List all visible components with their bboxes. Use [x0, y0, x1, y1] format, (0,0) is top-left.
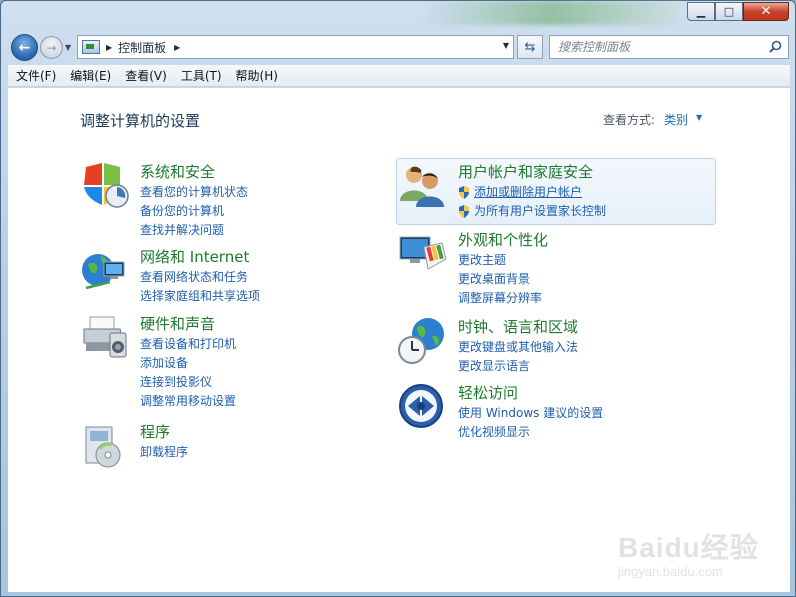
- control-panel-icon: [82, 40, 100, 54]
- link-text[interactable]: 添加或删除用户帐户: [474, 185, 582, 199]
- link-uninstall-program[interactable]: 卸载程序: [140, 443, 188, 462]
- recent-pages-dropdown[interactable]: ▼: [65, 43, 71, 52]
- link-text[interactable]: 为所有用户设置家长控制: [474, 204, 606, 218]
- uac-shield-icon: [459, 205, 469, 218]
- category-title[interactable]: 网络和 Internet: [140, 246, 249, 267]
- category-title[interactable]: 系统和安全: [140, 161, 215, 182]
- monitor-palette-icon: [399, 236, 447, 270]
- link-homegroup-sharing[interactable]: 选择家庭组和共享选项: [140, 287, 260, 306]
- view-by-dropdown[interactable]: 类别: [664, 111, 688, 128]
- content-area: 调整计算机的设置 查看方式: 类别 ▼ 系统和安全 查看您的计算机状态 备份您的…: [8, 88, 790, 592]
- link-add-device[interactable]: 添加设备: [140, 354, 236, 373]
- network-globe-icon: [82, 254, 125, 290]
- uac-shield-icon: [459, 186, 469, 199]
- link-mobility-settings[interactable]: 调整常用移动设置: [140, 392, 236, 411]
- minimize-button[interactable]: ▁: [687, 2, 715, 21]
- title-bar: ▁ □ ✕: [1, 1, 795, 29]
- link-recommended-settings[interactable]: 使用 Windows 建议的设置: [458, 404, 603, 423]
- link-optimize-display[interactable]: 优化视频显示: [458, 423, 603, 442]
- link-add-remove-accounts[interactable]: 添加或删除用户帐户: [458, 183, 606, 202]
- menu-help[interactable]: 帮助(H): [236, 67, 278, 84]
- printer-icon: [83, 316, 127, 358]
- link-display-language[interactable]: 更改显示语言: [458, 357, 578, 376]
- programs-disc-icon: [85, 426, 121, 468]
- baidu-watermark: Baidu经验 jingyan.baidu.com: [618, 508, 778, 588]
- link-screen-resolution[interactable]: 调整屏幕分辨率: [458, 289, 542, 308]
- link-troubleshoot[interactable]: 查找并解决问题: [140, 221, 248, 240]
- breadcrumb-separator-icon[interactable]: ▶: [174, 43, 180, 52]
- breadcrumb-separator-icon[interactable]: ▶: [106, 43, 112, 52]
- category-links: 查看设备和打印机 添加设备 连接到投影仪 调整常用移动设置: [140, 335, 236, 411]
- category-title[interactable]: 时钟、语言和区域: [458, 316, 578, 337]
- watermark-brand: Baidu经验: [618, 532, 759, 563]
- menu-bar: 文件(F) 编辑(E) 查看(V) 工具(T) 帮助(H): [8, 65, 790, 87]
- breadcrumb-control-panel[interactable]: 控制面板: [118, 39, 166, 56]
- refresh-icon: ⇆: [524, 39, 536, 55]
- page-title: 调整计算机的设置: [80, 112, 201, 130]
- back-button[interactable]: ←: [11, 34, 38, 61]
- users-icon: [400, 166, 444, 207]
- category-title[interactable]: 用户帐户和家庭安全: [458, 161, 593, 182]
- category-title[interactable]: 硬件和声音: [140, 313, 215, 334]
- window-controls: ▁ □ ✕: [687, 2, 789, 21]
- category-links: 使用 Windows 建议的设置 优化视频显示: [458, 404, 603, 442]
- arrow-right-icon: →: [46, 40, 57, 55]
- category-links: 查看网络状态和任务 选择家庭组和共享选项: [140, 268, 260, 306]
- ease-of-access-icon: [399, 384, 443, 428]
- shield-icon: [84, 163, 129, 208]
- link-desktop-background[interactable]: 更改桌面背景: [458, 270, 542, 289]
- arrow-left-icon: ←: [18, 39, 31, 56]
- link-change-theme[interactable]: 更改主题: [458, 251, 542, 270]
- category-title[interactable]: 外观和个性化: [458, 229, 548, 250]
- link-keyboard-input[interactable]: 更改键盘或其他输入法: [458, 338, 578, 357]
- address-dropdown-icon[interactable]: ▼: [503, 41, 509, 50]
- category-links: 卸载程序: [140, 443, 188, 462]
- category-links: 更改键盘或其他输入法 更改显示语言: [458, 338, 578, 376]
- link-parental-controls[interactable]: 为所有用户设置家长控制: [458, 202, 606, 221]
- refresh-button[interactable]: ⇆: [517, 35, 543, 59]
- menu-edit[interactable]: 编辑(E): [70, 67, 111, 84]
- search-icon[interactable]: [769, 40, 782, 53]
- address-row: ← → ▼ ▶ 控制面板 ▶ ▼ ⇆: [7, 32, 791, 62]
- link-connect-projector[interactable]: 连接到投影仪: [140, 373, 236, 392]
- control-panel-window: ▁ □ ✕ ← → ▼ ▶ 控制面板 ▶ ▼ ⇆ 文件(F) 编辑(E) 查看(…: [0, 0, 796, 597]
- menu-file[interactable]: 文件(F): [16, 67, 56, 84]
- link-network-status[interactable]: 查看网络状态和任务: [140, 268, 260, 287]
- category-title[interactable]: 轻松访问: [458, 382, 518, 403]
- view-by-label: 查看方式:: [603, 113, 656, 127]
- link-devices-printers[interactable]: 查看设备和打印机: [140, 335, 236, 354]
- clock-globe-icon: [398, 318, 444, 364]
- category-title[interactable]: 程序: [140, 421, 170, 442]
- forward-button[interactable]: →: [40, 36, 63, 59]
- category-links: 添加或删除用户帐户 为所有用户设置家长控制: [458, 183, 606, 221]
- menu-tools[interactable]: 工具(T): [181, 67, 222, 84]
- link-view-computer-status[interactable]: 查看您的计算机状态: [140, 183, 248, 202]
- search-input[interactable]: [558, 40, 758, 54]
- maximize-button[interactable]: □: [715, 2, 743, 21]
- search-box[interactable]: [549, 35, 789, 59]
- menu-view[interactable]: 查看(V): [125, 67, 167, 84]
- link-backup-computer[interactable]: 备份您的计算机: [140, 202, 248, 221]
- category-links: 更改主题 更改桌面背景 调整屏幕分辨率: [458, 251, 542, 308]
- chevron-down-icon[interactable]: ▼: [696, 113, 702, 122]
- close-button[interactable]: ✕: [743, 2, 789, 21]
- watermark-url: jingyan.baidu.com: [618, 564, 723, 579]
- category-links: 查看您的计算机状态 备份您的计算机 查找并解决问题: [140, 183, 248, 240]
- address-bar[interactable]: ▶ 控制面板 ▶ ▼: [77, 35, 514, 59]
